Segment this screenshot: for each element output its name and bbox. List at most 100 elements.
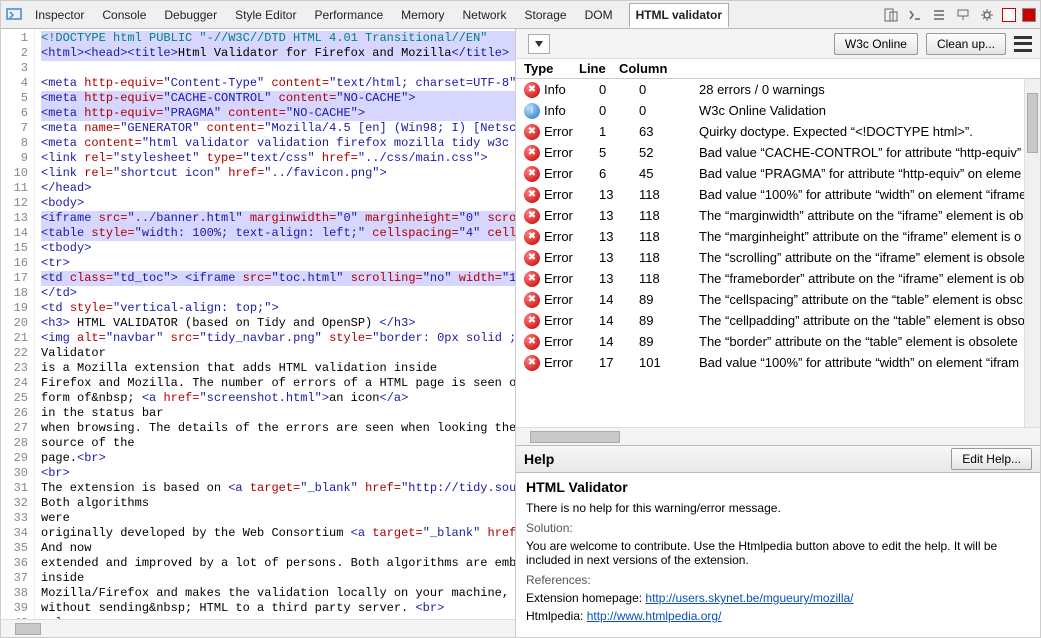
code-line[interactable]: is a Mozilla extension that adds HTML va… bbox=[41, 361, 515, 376]
tab-html-validator[interactable]: HTML validator bbox=[629, 3, 729, 28]
header-column[interactable]: Column bbox=[619, 61, 679, 76]
code-line[interactable]: <iframe src="../banner.html" marginwidth… bbox=[41, 211, 515, 226]
code-lines[interactable]: <!DOCTYPE html PUBLIC "-//W3C//DTD HTML … bbox=[35, 29, 515, 619]
tab-storage[interactable]: Storage bbox=[523, 3, 569, 27]
tab-style-editor[interactable]: Style Editor bbox=[233, 3, 298, 27]
help-ref1-link[interactable]: http://users.skynet.be/mgueury/mozilla/ bbox=[645, 591, 853, 605]
cell-line: 13 bbox=[599, 229, 639, 244]
gear-icon[interactable] bbox=[978, 6, 996, 24]
result-row[interactable]: ✖Error552Bad value “CACHE-CONTROL” for a… bbox=[516, 142, 1040, 163]
code-line[interactable]: inside bbox=[41, 571, 515, 586]
tab-console[interactable]: Console bbox=[100, 3, 148, 27]
code-line[interactable]: <meta http-equiv="Content-Type" content=… bbox=[41, 76, 515, 91]
result-row[interactable]: ✖Error645Bad value “PRAGMA” for attribut… bbox=[516, 163, 1040, 184]
results-hscrollbar[interactable] bbox=[516, 427, 1040, 445]
error-icon: ✖ bbox=[524, 355, 540, 371]
code-line[interactable]: <meta http-equiv="CACHE-CONTROL" content… bbox=[41, 91, 515, 106]
result-row[interactable]: ✖Error1489The “border” attribute on the … bbox=[516, 331, 1040, 352]
header-type[interactable]: Type bbox=[524, 61, 579, 76]
tab-debugger[interactable]: Debugger bbox=[162, 3, 219, 27]
code-line[interactable]: Mozilla/Firefox and makes the validation… bbox=[41, 586, 515, 601]
code-line[interactable]: </head> bbox=[41, 181, 515, 196]
code-line[interactable]: form of&nbsp; <a href="screenshot.html">… bbox=[41, 391, 515, 406]
result-row[interactable]: ✖Error13118The “marginheight” attribute … bbox=[516, 226, 1040, 247]
code-line[interactable]: Both algorithms bbox=[41, 496, 515, 511]
code-line[interactable]: <tbody> bbox=[41, 241, 515, 256]
edit-help-button[interactable]: Edit Help... bbox=[951, 448, 1032, 470]
code-line[interactable]: <meta content="html validator validation… bbox=[41, 136, 515, 151]
result-row[interactable]: iInfo00W3c Online Validation bbox=[516, 100, 1040, 121]
code-line[interactable]: <meta name="GENERATOR" content="Mozilla/… bbox=[41, 121, 515, 136]
code-line[interactable]: <td style="vertical-align: top;"> bbox=[41, 301, 515, 316]
code-line[interactable]: <img alt="navbar" src="tidy_navbar.png" … bbox=[41, 331, 515, 346]
code-line[interactable]: <body> bbox=[41, 196, 515, 211]
code-line[interactable]: The extension is based on <a target="_bl… bbox=[41, 481, 515, 496]
code-line[interactable]: Firefox and Mozilla. The number of error… bbox=[41, 376, 515, 391]
header-line[interactable]: Line bbox=[579, 61, 619, 76]
scrollbar-thumb[interactable] bbox=[15, 623, 41, 635]
error-icon: ✖ bbox=[524, 124, 540, 140]
cell-column: 63 bbox=[639, 124, 699, 139]
code-line[interactable]: <link rel="stylesheet" type="text/css" h… bbox=[41, 151, 515, 166]
w3c-online-button[interactable]: W3c Online bbox=[834, 33, 918, 55]
paint-icon[interactable] bbox=[954, 6, 972, 24]
result-row[interactable]: ✖Info0028 errors / 0 warnings bbox=[516, 79, 1040, 100]
code-line[interactable]: </td> bbox=[41, 286, 515, 301]
code-line[interactable]: extended and improved by a lot of person… bbox=[41, 556, 515, 571]
header-message bbox=[679, 61, 1032, 76]
code-line[interactable]: when browsing. The details of the errors… bbox=[41, 421, 515, 436]
tab-inspector[interactable]: Inspector bbox=[33, 3, 86, 27]
result-row[interactable]: ✖Error13118The “frameborder” attribute o… bbox=[516, 268, 1040, 289]
devtools-logo-icon[interactable] bbox=[5, 6, 23, 24]
code-line[interactable]: page.<br> bbox=[41, 451, 515, 466]
code-line[interactable] bbox=[41, 61, 515, 76]
tab-network[interactable]: Network bbox=[461, 3, 509, 27]
list-icon[interactable] bbox=[930, 6, 948, 24]
devtools-tabs: Inspector Console Debugger Style Editor Perf… bbox=[25, 3, 880, 27]
code-line[interactable]: <!DOCTYPE html PUBLIC "-//W3C//DTD HTML … bbox=[41, 31, 515, 46]
responsive-icon[interactable] bbox=[882, 6, 900, 24]
code-line[interactable]: were bbox=[41, 511, 515, 526]
code-line[interactable]: <tr> bbox=[41, 256, 515, 271]
cell-line: 0 bbox=[599, 103, 639, 118]
tab-dom[interactable]: DOM bbox=[583, 3, 615, 27]
code-line[interactable]: <table style="width: 100%; text-align: l… bbox=[41, 226, 515, 241]
code-line[interactable]: source of the bbox=[41, 436, 515, 451]
result-row[interactable]: ✖Error13118The “marginwidth” attribute o… bbox=[516, 205, 1040, 226]
code-line[interactable]: in the status bar bbox=[41, 406, 515, 421]
cell-message: Quirky doctype. Expected “<!DOCTYPE html… bbox=[699, 124, 1032, 139]
source-hscrollbar[interactable] bbox=[1, 619, 515, 637]
code-line[interactable]: <br> bbox=[41, 466, 515, 481]
cell-line: 13 bbox=[599, 187, 639, 202]
results-vscrollbar[interactable] bbox=[1024, 79, 1040, 427]
menu-icon[interactable] bbox=[1014, 36, 1032, 52]
code-line[interactable]: without sending&nbsp; HTML to a third pa… bbox=[41, 601, 515, 616]
code-line[interactable]: <meta http-equiv="PRAGMA" content="NO-CA… bbox=[41, 106, 515, 121]
filter-dropdown[interactable] bbox=[528, 34, 550, 54]
close-devtools-icon[interactable] bbox=[1022, 8, 1036, 22]
scrollbar-thumb[interactable] bbox=[1027, 93, 1038, 153]
toolbar-right-icons bbox=[882, 6, 1036, 24]
cleanup-button[interactable]: Clean up... bbox=[926, 33, 1006, 55]
tab-performance[interactable]: Performance bbox=[312, 3, 385, 27]
cell-line: 13 bbox=[599, 208, 639, 223]
help-ref2-link[interactable]: http://www.htmlpedia.org/ bbox=[587, 609, 722, 623]
code-line[interactable]: <h3> HTML VALIDATOR (based on Tidy and O… bbox=[41, 316, 515, 331]
result-row[interactable]: ✖Error13118The “scrolling” attribute on … bbox=[516, 247, 1040, 268]
result-row[interactable]: ✖Error1489The “cellspacing” attribute on… bbox=[516, 289, 1040, 310]
code-line[interactable]: <html><head><title>Html Validator for Fi… bbox=[41, 46, 515, 61]
code-line[interactable]: And now bbox=[41, 541, 515, 556]
scrollbar-thumb[interactable] bbox=[530, 431, 620, 443]
result-row[interactable]: ✖Error1489The “cellpadding” attribute on… bbox=[516, 310, 1040, 331]
code-line[interactable]: <td class="td_toc"> <iframe src="toc.htm… bbox=[41, 271, 515, 286]
code-line[interactable]: Validator bbox=[41, 346, 515, 361]
dock-side-icon[interactable] bbox=[1002, 8, 1016, 22]
result-row[interactable]: ✖Error13118Bad value “100%” for attribut… bbox=[516, 184, 1040, 205]
console-split-icon[interactable] bbox=[906, 6, 924, 24]
result-row[interactable]: ✖Error163Quirky doctype. Expected “<!DOC… bbox=[516, 121, 1040, 142]
code-line[interactable]: originally developed by the Web Consorti… bbox=[41, 526, 515, 541]
tab-memory[interactable]: Memory bbox=[399, 3, 446, 27]
code-editor[interactable]: 1234567891011121314151617181920212223242… bbox=[1, 29, 515, 619]
code-line[interactable]: <link rel="shortcut icon" href="../favic… bbox=[41, 166, 515, 181]
result-row[interactable]: ✖Error17101Bad value “100%” for attribut… bbox=[516, 352, 1040, 373]
